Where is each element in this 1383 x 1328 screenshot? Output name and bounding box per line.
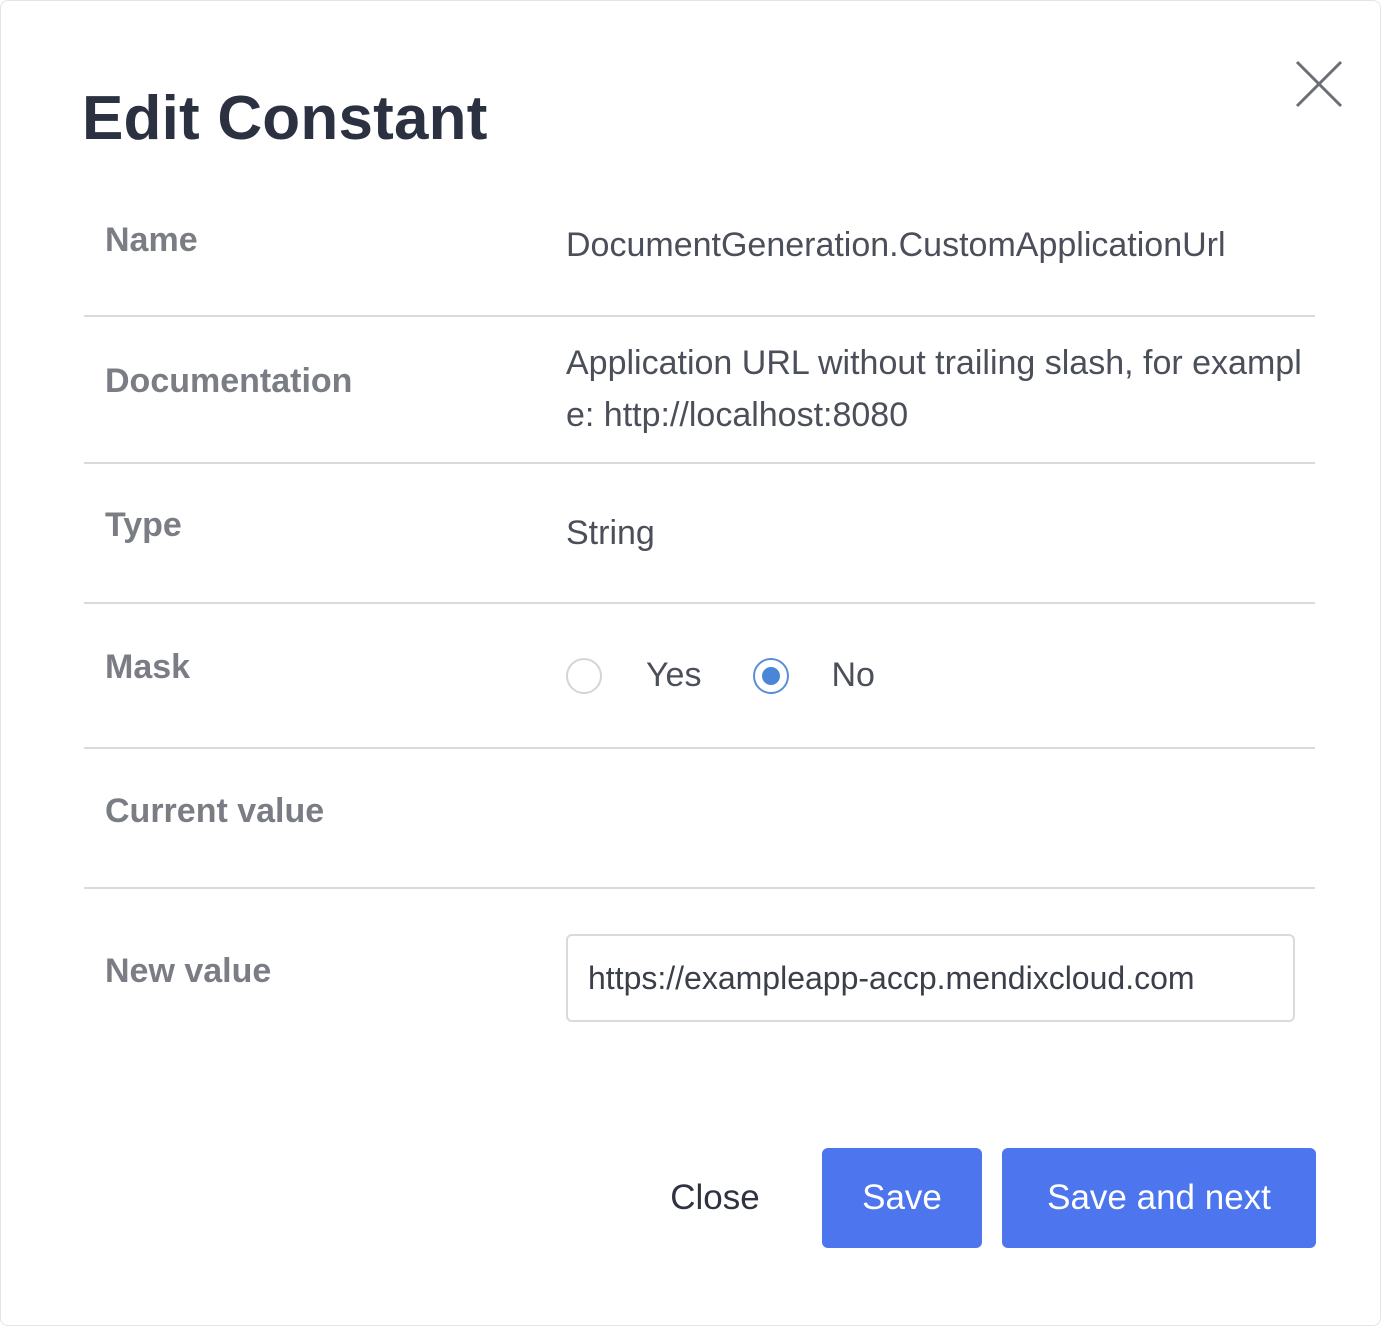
mask-radio-group: Yes No	[566, 656, 875, 695]
dialog-title: Edit Constant	[82, 84, 488, 153]
mask-yes-label[interactable]: Yes	[646, 656, 701, 695]
documentation-label: Documentation	[105, 362, 353, 400]
type-value: String	[566, 514, 655, 552]
edit-constant-dialog: Edit Constant Name DocumentGeneration.Cu…	[0, 0, 1381, 1326]
new-value-input[interactable]	[566, 934, 1295, 1022]
save-and-next-button[interactable]: Save and next	[1002, 1148, 1316, 1248]
type-row: Type String	[84, 464, 1315, 604]
name-value: DocumentGeneration.CustomApplicationUrl	[566, 226, 1226, 264]
mask-yes-radio[interactable]	[566, 657, 602, 694]
mask-no-label[interactable]: No	[831, 656, 874, 695]
close-icon[interactable]	[1291, 56, 1347, 112]
mask-no-radio[interactable]	[753, 657, 790, 694]
type-label: Type	[105, 506, 182, 544]
documentation-row: Documentation Application URL without tr…	[84, 317, 1315, 464]
current-value-row: Current value	[84, 749, 1315, 889]
name-row: Name DocumentGeneration.CustomApplicatio…	[84, 191, 1315, 317]
name-label: Name	[105, 221, 198, 259]
save-button[interactable]: Save	[822, 1148, 982, 1248]
mask-row: Mask Yes No	[84, 604, 1315, 749]
close-button[interactable]: Close	[652, 1148, 778, 1248]
current-value-label: Current value	[105, 792, 325, 830]
new-value-label: New value	[105, 952, 272, 990]
mask-label: Mask	[105, 648, 191, 686]
new-value-row: New value	[84, 889, 1315, 1049]
documentation-value: Application URL without trailing slash, …	[566, 344, 1302, 434]
